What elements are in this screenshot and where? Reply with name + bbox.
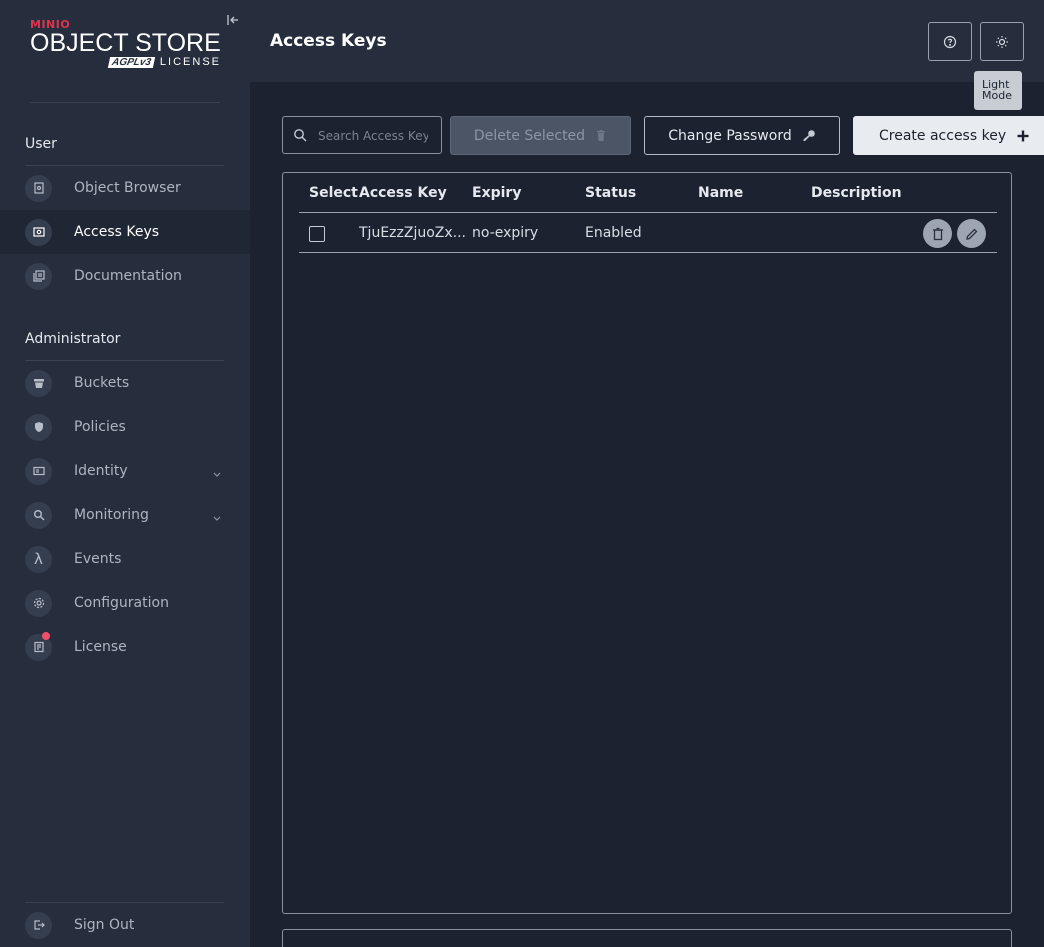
change-password-label: Change Password [668,127,792,144]
sign-out-button[interactable]: Sign Out [0,903,250,947]
sidebar-item-label: Object Browser [74,180,181,196]
sidebar-item-label: Policies [74,419,126,435]
sidebar-item-label: Configuration [74,595,169,611]
status-cell: Enabled [585,225,642,241]
object-browser-icon [25,174,52,202]
policy-icon [25,413,52,441]
user-section-title: User [25,136,57,152]
chevron-down-icon[interactable] [211,465,223,477]
delete-row-button[interactable] [923,219,952,248]
sidebar-item-label: Monitoring [74,507,149,523]
search-box[interactable] [282,116,442,154]
sidebar-item-monitoring[interactable]: Monitoring [0,493,250,537]
page-title: Access Keys [270,31,387,51]
plus-icon [1017,130,1029,141]
sidebar-item-label: Buckets [74,375,130,391]
logo-divider [30,102,220,103]
pencil-icon [965,228,977,240]
trash-icon [932,227,943,240]
create-access-key-label: Create access key [879,127,1007,144]
license-alert-badge [42,631,50,640]
column-header-status[interactable]: Status [585,185,636,201]
sidebar-item-identity[interactable]: Identity [0,449,250,493]
sidebar-item-license[interactable]: License [0,625,250,669]
light-mode-tooltip: Light Mode [974,71,1022,110]
sidebar: MINIO OBJECT STORE AGPLv3 LICENSE User O… [0,0,250,947]
edit-row-button[interactable] [957,219,986,248]
change-password-button[interactable]: Change Password [644,116,840,155]
bucket-icon [25,369,52,397]
logo-object-store-text: OBJECT STORE [30,29,221,57]
column-header-access-key[interactable]: Access Key [359,185,447,201]
sidebar-item-label: Events [74,551,122,567]
sign-out-icon [25,911,52,939]
help-icon [943,35,957,48]
logo-license-text: LICENSE [159,56,221,68]
bottom-panel [282,929,1012,947]
sun-icon [996,35,1008,48]
collapse-sidebar-icon[interactable] [226,13,240,27]
documentation-icon [25,262,52,290]
license-icon [25,631,52,661]
chevron-down-icon[interactable] [211,509,223,521]
table-row[interactable]: TjuEzzZjuoZx... no-expiry Enabled [299,213,997,253]
identity-icon [25,457,52,485]
agpl-badge: AGPLv3 [107,56,156,68]
key-icon [803,129,815,141]
gear-icon [25,589,52,617]
minio-logo[interactable]: MINIO OBJECT STORE AGPLv3 LICENSE [30,18,225,78]
sidebar-item-documentation[interactable]: Documentation [0,254,250,298]
monitoring-icon [25,501,52,529]
sidebar-item-access-keys[interactable]: Access Keys [0,210,250,254]
administrator-section-title: Administrator [25,331,121,347]
row-select-checkbox[interactable] [309,226,325,242]
sidebar-item-object-browser[interactable]: Object Browser [0,166,250,210]
create-access-key-button[interactable]: Create access key [853,116,1044,155]
sidebar-item-configuration[interactable]: Configuration [0,581,250,625]
search-icon [294,129,307,142]
delete-selected-label: Delete Selected [473,127,586,144]
sidebar-item-label: Identity [74,463,128,479]
sidebar-item-label: Documentation [74,268,182,284]
column-header-expiry[interactable]: Expiry [472,185,521,201]
sidebar-item-events[interactable]: λ Events [0,537,250,581]
column-header-name[interactable]: Name [698,185,743,201]
lambda-icon: λ [25,545,52,573]
delete-selected-button[interactable]: Delete Selected [450,116,631,155]
expiry-cell: no-expiry [472,225,539,241]
sidebar-item-buckets[interactable]: Buckets [0,361,250,405]
theme-toggle-button[interactable] [980,22,1024,61]
sidebar-item-policies[interactable]: Policies [0,405,250,449]
column-header-description[interactable]: Description [811,185,902,201]
help-button[interactable] [928,22,972,61]
page-header: Access Keys [250,0,1044,82]
search-input[interactable] [318,126,428,146]
access-keys-icon [25,218,52,246]
sidebar-item-label: Access Keys [74,224,160,240]
sign-out-label: Sign Out [74,917,135,933]
table-header: Select Access Key Expiry Status Name Des… [299,173,997,213]
access-key-cell: TjuEzzZjuoZx... [359,225,467,241]
access-keys-table: Select Access Key Expiry Status Name Des… [282,172,1012,914]
sidebar-item-label: License [74,639,127,655]
trash-icon [597,129,606,141]
column-header-select: Select [309,185,358,201]
